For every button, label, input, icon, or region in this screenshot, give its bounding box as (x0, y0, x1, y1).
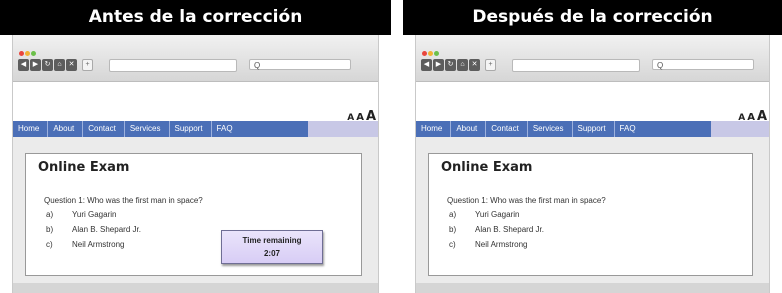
minimize-window-icon[interactable] (25, 51, 30, 56)
address-bar[interactable] (512, 59, 640, 72)
option-text: Alan B. Shepard Jr. (72, 225, 141, 234)
search-input[interactable]: Q (249, 59, 351, 70)
nav-services[interactable]: Services (528, 121, 573, 137)
bottom-strip (13, 283, 378, 293)
search-icon: Q (254, 61, 261, 70)
time-remaining-box: Time remaining 2:07 (221, 230, 323, 264)
question-text: Question 1: Who was the first man in spa… (447, 196, 606, 205)
close-icon[interactable]: ✕ (469, 59, 480, 71)
answer-option-a[interactable]: a) Yuri Gagarin (46, 210, 116, 219)
nav-filler (308, 121, 378, 137)
nav-services[interactable]: Services (125, 121, 170, 137)
search-input[interactable]: Q (652, 59, 754, 70)
close-window-icon[interactable] (19, 51, 24, 56)
timer-value: 2:07 (263, 249, 280, 258)
close-window-icon[interactable] (422, 51, 427, 56)
page-header (13, 82, 378, 121)
question-text: Question 1: Who was the first man in spa… (44, 196, 203, 205)
new-tab-icon[interactable]: + (485, 59, 496, 71)
nav-support[interactable]: Support (573, 121, 615, 137)
site-nav: Home About Contact Services Support FAQ (416, 121, 711, 137)
answer-option-b[interactable]: b) Alan B. Shepard Jr. (449, 225, 544, 234)
nav-contact[interactable]: Contact (486, 121, 528, 137)
close-icon[interactable]: ✕ (66, 59, 77, 71)
option-letter: b) (449, 225, 457, 234)
browser-chrome: ◀ ▶ ↻ ⌂ ✕ + Q (13, 35, 378, 82)
reload-icon[interactable]: ↻ (42, 59, 53, 71)
minimize-window-icon[interactable] (428, 51, 433, 56)
answer-option-c[interactable]: c) Neil Armstrong (46, 240, 124, 249)
exam-title: Online Exam (38, 160, 130, 175)
option-text: Alan B. Shepard Jr. (475, 225, 544, 234)
exam-card: Online Exam Question 1: Who was the firs… (25, 153, 362, 276)
browser-chrome: ◀ ▶ ↻ ⌂ ✕ + Q (416, 35, 769, 82)
option-letter: a) (46, 210, 54, 219)
page-header (416, 82, 769, 121)
nav-contact[interactable]: Contact (83, 121, 125, 137)
banner-title: Después de la corrección (403, 0, 782, 35)
option-letter: b) (46, 225, 54, 234)
timer-label: Time remaining (242, 236, 302, 245)
bottom-strip (416, 283, 769, 293)
answer-option-a[interactable]: a) Yuri Gagarin (449, 210, 519, 219)
reload-icon[interactable]: ↻ (445, 59, 456, 71)
maximize-window-icon[interactable] (434, 51, 439, 56)
nav-faq[interactable]: FAQ (212, 121, 241, 137)
option-text: Neil Armstrong (475, 240, 528, 249)
browser-window: ◀ ▶ ↻ ⌂ ✕ + Q AAA Home About Contact Services… (415, 35, 770, 293)
option-text: Neil Armstrong (72, 240, 125, 249)
nav-home[interactable]: Home (416, 121, 452, 137)
forward-icon[interactable]: ▶ (433, 59, 444, 71)
new-tab-icon[interactable]: + (82, 59, 93, 71)
option-text: Yuri Gagarin (72, 210, 117, 219)
nav-faq[interactable]: FAQ (615, 121, 644, 137)
nav-home[interactable]: Home (13, 121, 49, 137)
answer-option-b[interactable]: b) Alan B. Shepard Jr. (46, 225, 141, 234)
nav-filler (711, 121, 769, 137)
banner-title: Antes de la corrección (0, 0, 391, 35)
nav-support[interactable]: Support (170, 121, 212, 137)
option-letter: c) (449, 240, 456, 249)
option-letter: a) (449, 210, 457, 219)
forward-icon[interactable]: ▶ (30, 59, 41, 71)
back-icon[interactable]: ◀ (421, 59, 432, 71)
option-letter: c) (46, 240, 53, 249)
nav-buttons: ◀ ▶ ↻ ⌂ ✕ + (18, 59, 94, 77)
back-icon[interactable]: ◀ (18, 59, 29, 71)
home-icon[interactable]: ⌂ (54, 59, 65, 71)
maximize-window-icon[interactable] (31, 51, 36, 56)
browser-window: ◀ ▶ ↻ ⌂ ✕ + Q AAA Home About Contact Services… (12, 35, 379, 293)
home-icon[interactable]: ⌂ (457, 59, 468, 71)
panel-before: Antes de la corrección ◀ ▶ ↻ ⌂ ✕ + Q AAA Home… (0, 0, 391, 293)
panel-after: Después de la corrección ◀ ▶ ↻ ⌂ ✕ + Q AAA Ho… (403, 0, 782, 293)
address-bar[interactable] (109, 59, 237, 72)
option-text: Yuri Gagarin (475, 210, 520, 219)
exam-title: Online Exam (441, 160, 533, 175)
nav-buttons: ◀ ▶ ↻ ⌂ ✕ + (421, 59, 497, 77)
site-nav: Home About Contact Services Support FAQ (13, 121, 308, 137)
exam-card: Online Exam Question 1: Who was the firs… (428, 153, 753, 276)
nav-about[interactable]: About (451, 121, 487, 137)
search-icon: Q (657, 61, 664, 70)
nav-about[interactable]: About (48, 121, 84, 137)
answer-option-c[interactable]: c) Neil Armstrong (449, 240, 527, 249)
